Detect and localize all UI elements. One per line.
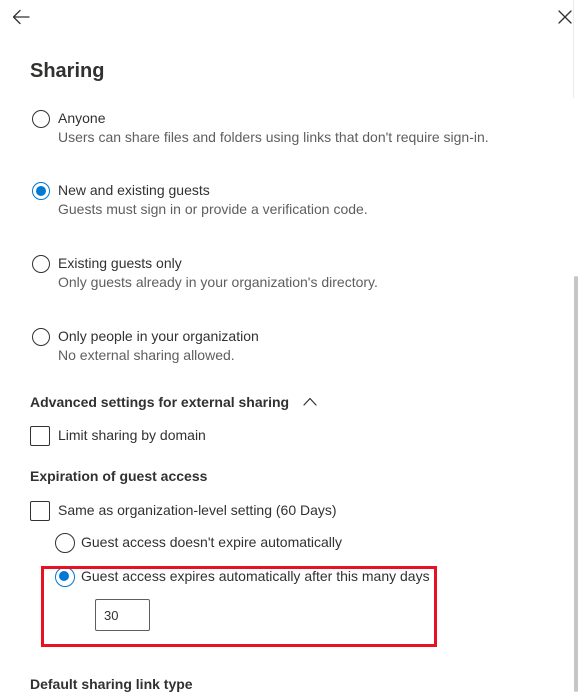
checkbox-label: Limit sharing by domain — [58, 427, 206, 443]
radio-existing-guests-only[interactable] — [32, 255, 50, 273]
checkbox-option-limit-by-domain[interactable]: Limit sharing by domain — [30, 426, 330, 448]
arrow-left-icon — [12, 9, 30, 25]
radio-option-new-and-existing-guests[interactable]: New and existing guests Guests must sign… — [30, 182, 550, 222]
radio-anyone[interactable] — [32, 110, 50, 128]
radio-option-anyone[interactable]: Anyone Users can share files and folders… — [30, 110, 550, 150]
scrollbar-track[interactable] — [573, 98, 579, 692]
radio-label: Only people in your organization — [58, 328, 259, 344]
scrollbar-thumb[interactable] — [574, 276, 578, 692]
expiration-days-input[interactable] — [95, 599, 150, 631]
settings-scroll-area[interactable]: Anyone Users can share files and folders… — [0, 98, 573, 692]
radio-label: New and existing guests — [58, 182, 210, 198]
radio-only-org[interactable] — [32, 328, 50, 346]
radio-expires[interactable] — [55, 567, 75, 587]
back-button[interactable] — [9, 5, 33, 29]
chevron-up-icon — [303, 397, 317, 406]
radio-new-and-existing-guests[interactable] — [32, 182, 50, 200]
checkbox-limit-by-domain[interactable] — [30, 426, 50, 446]
radio-option-only-org[interactable]: Only people in your organization No exte… — [30, 328, 550, 368]
radio-option-expires[interactable]: Guest access expires automatically after… — [53, 567, 473, 589]
radio-description: No external sharing allowed. — [58, 347, 235, 363]
default-link-type-heading: Default sharing link type — [30, 676, 193, 692]
radio-description: Only guests already in your organization… — [58, 274, 378, 290]
radio-option-existing-guests-only[interactable]: Existing guests only Only guests already… — [30, 255, 550, 295]
advanced-settings-toggle[interactable]: Advanced settings for external sharing — [30, 394, 317, 410]
radio-option-no-expire[interactable]: Guest access doesn't expire automaticall… — [53, 533, 473, 555]
close-icon — [558, 10, 572, 24]
radio-label: Guest access expires automatically after… — [81, 568, 430, 584]
radio-label: Anyone — [58, 110, 106, 126]
radio-no-expire[interactable] — [55, 533, 75, 553]
advanced-settings-heading: Advanced settings for external sharing — [30, 394, 290, 410]
radio-description: Guests must sign in or provide a verific… — [58, 201, 368, 217]
radio-label: Guest access doesn't expire automaticall… — [81, 534, 343, 550]
page-title: Sharing — [30, 60, 105, 82]
radio-label: Existing guests only — [58, 255, 182, 271]
expiration-heading: Expiration of guest access — [30, 468, 208, 484]
sharing-panel: Sharing Anyone Users can share files and… — [0, 0, 579, 692]
checkbox-same-as-org[interactable] — [30, 501, 50, 521]
radio-description: Users can share files and folders using … — [58, 129, 489, 145]
checkbox-label: Same as organization-level setting (60 D… — [58, 502, 337, 518]
checkbox-option-same-as-org[interactable]: Same as organization-level setting (60 D… — [30, 501, 390, 523]
